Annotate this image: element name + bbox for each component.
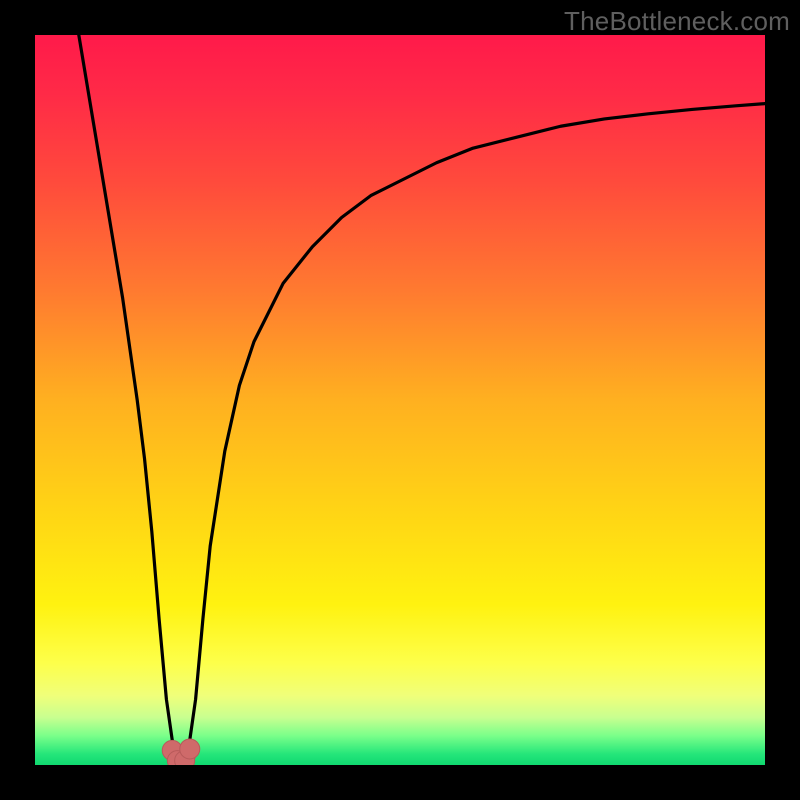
plot-area <box>35 35 765 765</box>
chart-svg <box>35 35 765 765</box>
gradient-background <box>35 35 765 765</box>
watermark-label: TheBottleneck.com <box>564 6 790 37</box>
optimal-marker-dot <box>180 739 200 759</box>
chart-frame: TheBottleneck.com <box>0 0 800 800</box>
